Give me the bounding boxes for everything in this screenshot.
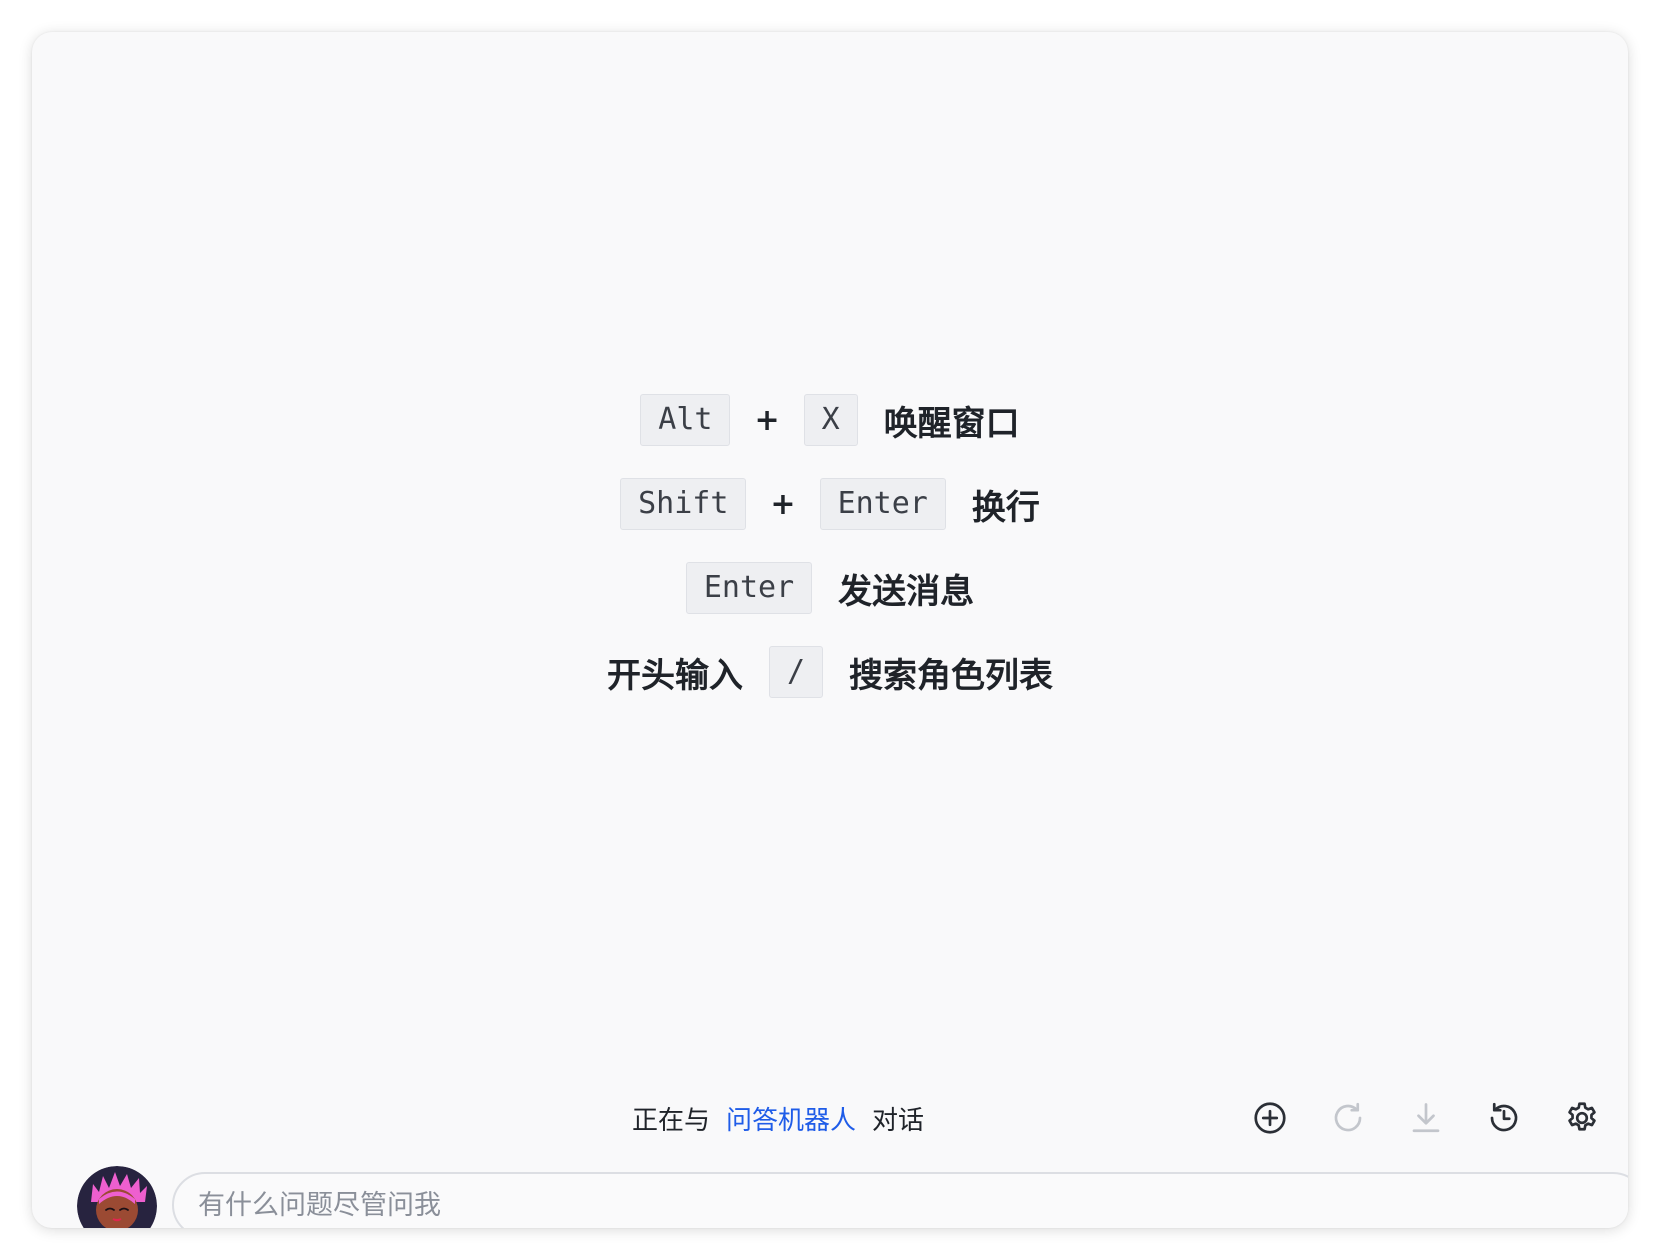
add-circle-icon — [1254, 1102, 1286, 1134]
key-enter: Enter — [819, 478, 946, 530]
shortcut-description: 唤醒窗口 — [883, 403, 1020, 444]
shortcut-description: 换行 — [971, 487, 1040, 528]
message-input-box[interactable] — [172, 1172, 1628, 1228]
message-input[interactable] — [174, 1174, 1628, 1228]
avatar[interactable] — [77, 1166, 157, 1228]
key-x: X — [803, 394, 858, 446]
status-prefix: 正在与 — [632, 1106, 711, 1136]
status-suffix: 对话 — [872, 1106, 925, 1136]
shortcut-row-search: 开头输入 / 搜索角色列表 — [607, 644, 1053, 700]
shortcut-description: 发送消息 — [838, 571, 975, 612]
shortcut-description: 搜索角色列表 — [849, 655, 1054, 696]
key-alt: Alt — [640, 394, 731, 446]
chat-window: Alt + X 唤醒窗口 Shift + Enter 换行 Enter 发送消息… — [32, 32, 1628, 1228]
shortcut-row-newline: Shift + Enter 换行 — [620, 476, 1040, 532]
history-button[interactable] — [1484, 1098, 1524, 1138]
conversation-status: 正在与 问答机器人 对话 — [632, 1100, 924, 1137]
settings-button[interactable] — [1562, 1098, 1602, 1138]
shortcut-help: Alt + X 唤醒窗口 Shift + Enter 换行 Enter 发送消息… — [32, 392, 1628, 728]
bot-name-link[interactable]: 问答机器人 — [726, 1106, 856, 1136]
refresh-icon — [1334, 1102, 1362, 1132]
history-icon — [1490, 1102, 1518, 1132]
key-shift: Shift — [620, 478, 747, 530]
character-avatar-icon — [77, 1166, 157, 1228]
new-chat-button[interactable] — [1250, 1098, 1290, 1138]
download-button[interactable] — [1406, 1098, 1446, 1138]
download-icon — [1412, 1103, 1440, 1133]
settings-icon — [1568, 1102, 1596, 1131]
plus-sign: + — [770, 486, 796, 522]
key-slash: / — [768, 646, 824, 698]
shortcut-row-wake: Alt + X 唤醒窗口 — [640, 392, 1020, 448]
shortcut-prefix: 开头输入 — [606, 655, 743, 696]
regenerate-button[interactable] — [1328, 1098, 1368, 1138]
chat-toolbar — [1212, 1098, 1602, 1138]
shortcut-row-send: Enter 发送消息 — [685, 560, 975, 616]
plus-sign: + — [754, 402, 780, 438]
key-enter: Enter — [685, 562, 813, 614]
